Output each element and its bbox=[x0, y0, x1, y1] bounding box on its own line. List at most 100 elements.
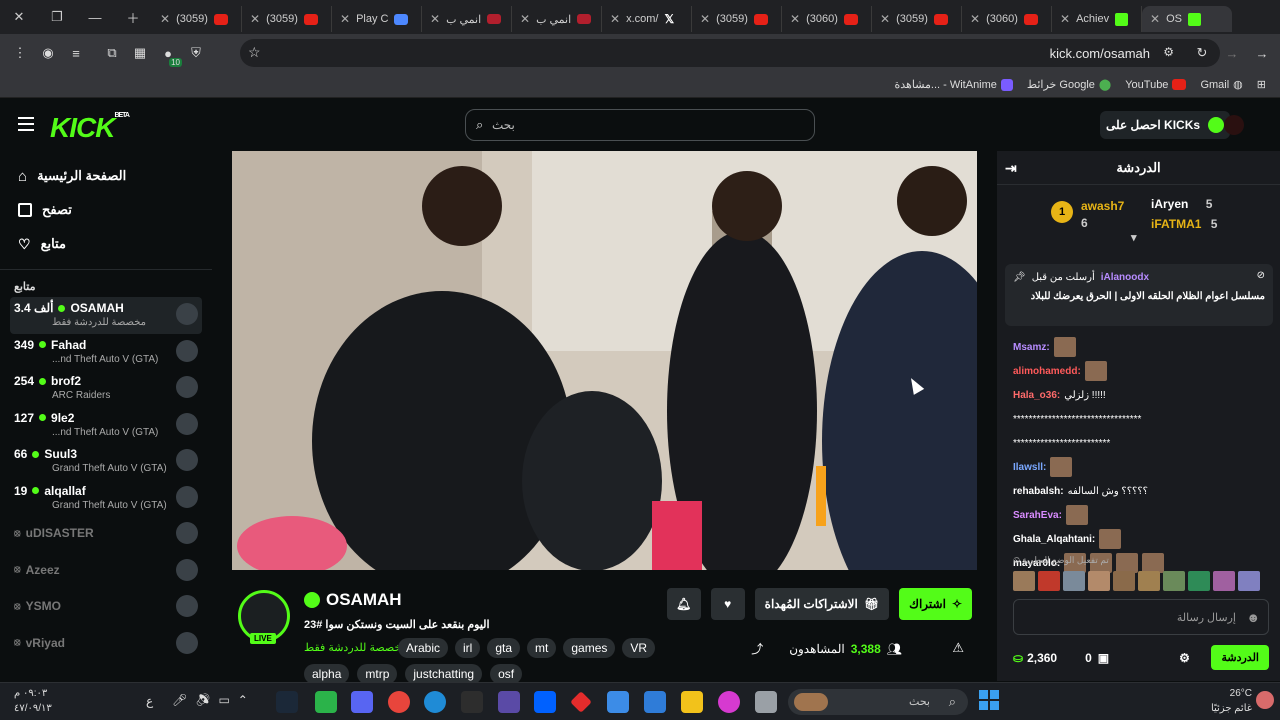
browser-tab[interactable]: ✕ (3060) bbox=[782, 6, 872, 32]
extension-icon[interactable]: ◉ bbox=[34, 39, 62, 67]
leader-name[interactable]: iFATMA1 bbox=[1151, 217, 1201, 231]
sidebar-channel[interactable]: ⦻ uDISASTER bbox=[10, 516, 202, 553]
pinned-user[interactable]: iAlanoodx bbox=[1101, 272, 1149, 283]
browser-tab-active[interactable]: ✕ OS bbox=[1142, 6, 1232, 32]
follow-heart-button[interactable]: ♥ bbox=[710, 588, 745, 620]
chat-username[interactable]: SarahEva: bbox=[1013, 510, 1062, 521]
bookmark-witanime[interactable]: مشاهدة... - WitAnime bbox=[895, 78, 1013, 91]
emote-icon[interactable] bbox=[1113, 571, 1135, 591]
sidebar-channel[interactable]: 127 9le2 ...nd Theft Auto V (GTA) bbox=[10, 407, 202, 444]
chat-username[interactable]: alimohamedd: bbox=[1013, 366, 1081, 377]
restore-window-icon[interactable]: ❐ bbox=[38, 0, 76, 34]
warning-icon[interactable]: ⚠ bbox=[952, 640, 964, 656]
close-tab-icon[interactable]: ✕ bbox=[1060, 12, 1070, 26]
browser-tab[interactable]: ✕ Play C bbox=[332, 6, 422, 32]
minimize-window-icon[interactable]: — bbox=[76, 0, 114, 34]
chat-input[interactable]: إرسال رسالة ☻ bbox=[1013, 599, 1269, 635]
close-tab-icon[interactable]: ✕ bbox=[250, 12, 260, 26]
close-tab-icon[interactable]: ✕ bbox=[790, 12, 800, 26]
reload-icon[interactable]: ↻ bbox=[1188, 39, 1216, 67]
browser-tab[interactable]: ✕ (3059) bbox=[692, 6, 782, 32]
chrome-icon[interactable] bbox=[388, 691, 410, 713]
sidebar-channel[interactable]: 254 brof2 ARC Raiders bbox=[10, 370, 202, 407]
emoji-icon[interactable]: ☻ bbox=[1246, 610, 1260, 625]
app-icon[interactable] bbox=[570, 691, 592, 713]
nav-home[interactable]: ⌂ الصفحة الرئيسية bbox=[0, 159, 212, 193]
streamer-name[interactable]: OSAMAH bbox=[326, 590, 402, 610]
stream-tag[interactable]: osf bbox=[490, 664, 523, 684]
bookmark-gmail[interactable]: Gmail ◍ bbox=[1200, 78, 1242, 92]
notify-bell-button[interactable]: 🔔︎ bbox=[666, 588, 701, 620]
visual-studio-icon[interactable] bbox=[498, 691, 520, 713]
chat-username[interactable]: Msamz: bbox=[1013, 342, 1050, 353]
app-icon[interactable] bbox=[315, 691, 337, 713]
app-icon[interactable] bbox=[755, 691, 777, 713]
edge-icon[interactable] bbox=[424, 691, 446, 713]
kick-logo[interactable]: KICKBETA bbox=[50, 112, 130, 144]
stream-tag[interactable]: VR bbox=[622, 638, 656, 658]
store-icon[interactable]: ▣ bbox=[1098, 651, 1109, 665]
sidebar-channel[interactable]: 3.4 ألف OSAMAH مخصصة للدردشة فقط bbox=[10, 297, 202, 334]
stream-tag[interactable]: gta bbox=[487, 638, 521, 658]
stream-category[interactable]: مخصصة للدردشة فقط bbox=[304, 641, 407, 654]
chat-username[interactable]: rehabalsh: bbox=[1013, 486, 1064, 497]
browser-tab[interactable]: ✕ Achiev bbox=[1052, 6, 1142, 32]
close-tab-icon[interactable]: ✕ bbox=[160, 12, 170, 26]
copilot-icon[interactable] bbox=[718, 691, 740, 713]
share-icon[interactable]: ⤴ bbox=[751, 640, 763, 657]
stream-tag[interactable]: irl bbox=[455, 638, 481, 658]
discord-icon[interactable] bbox=[351, 691, 373, 713]
emote-icon[interactable] bbox=[1138, 571, 1160, 591]
browser-tab[interactable]: ✕ انمي ب bbox=[422, 6, 512, 32]
sidebar-channel[interactable]: 66 Suul3 Grand Theft Auto V (GTA) bbox=[10, 443, 202, 480]
close-tab-icon[interactable]: ✕ bbox=[1150, 12, 1160, 26]
nav-browse[interactable]: تصفح bbox=[0, 193, 212, 227]
close-tab-icon[interactable]: ✕ bbox=[700, 12, 710, 26]
language-indicator[interactable]: ع bbox=[146, 694, 153, 708]
chat-username[interactable]: Ghala_Alqahtani: bbox=[1013, 534, 1095, 545]
puzzle-icon[interactable]: ⧉ bbox=[98, 39, 126, 67]
search-input[interactable]: ⌕ بحث bbox=[465, 109, 815, 141]
leader-name[interactable]: awash7 bbox=[1081, 199, 1124, 213]
omnibox[interactable]: ☆ kick.com/osamah ⚙ bbox=[240, 39, 1220, 67]
extension-icon[interactable]: ▦ bbox=[126, 39, 154, 67]
close-tab-icon[interactable]: ✕ bbox=[430, 12, 440, 26]
stream-tag[interactable]: justchatting bbox=[405, 664, 483, 684]
chat-username[interactable]: Hala_o36: bbox=[1013, 390, 1060, 401]
forward-icon[interactable]: → bbox=[1218, 39, 1246, 67]
emote-icon[interactable] bbox=[1088, 571, 1110, 591]
browser-tab[interactable]: ✕ (3059) bbox=[152, 6, 242, 32]
close-tab-icon[interactable]: ✕ bbox=[880, 12, 890, 26]
get-kicks-button[interactable]: احصل على KICKs bbox=[1100, 111, 1231, 139]
nav-following[interactable]: ♡ متابع bbox=[0, 227, 212, 261]
taskbar-search[interactable]: بحث ⌕ bbox=[788, 689, 968, 715]
browser-tab[interactable]: ✕ انمي ب bbox=[512, 6, 602, 32]
stream-tag[interactable]: alpha bbox=[304, 664, 350, 684]
bookmark-maps[interactable]: خرائط Google ⬤ bbox=[1027, 78, 1111, 91]
avatar[interactable] bbox=[1224, 115, 1244, 135]
extension-icon[interactable]: ● 10 bbox=[154, 39, 182, 67]
steam-icon[interactable] bbox=[276, 691, 298, 713]
sidebar-channel[interactable]: ⦻ YSMO bbox=[10, 589, 202, 626]
chat-username[interactable]: Ilawsll: bbox=[1013, 462, 1046, 473]
store-icon[interactable] bbox=[644, 691, 666, 713]
browser-tab[interactable]: ✕ (3060) bbox=[962, 6, 1052, 32]
browser-tab[interactable]: ✕ x.com/𝕏 bbox=[602, 6, 692, 32]
browser-tab[interactable]: ✕ (3059) bbox=[242, 6, 332, 32]
subscribe-button[interactable]: اشتراك ✧ bbox=[899, 588, 972, 620]
close-window-icon[interactable]: ✕ bbox=[0, 0, 38, 34]
sidebar-channel[interactable]: ⦻ Azeez bbox=[10, 553, 202, 590]
menu-dots-icon[interactable]: ⋮ bbox=[6, 39, 34, 67]
emote-icon[interactable] bbox=[1163, 571, 1185, 591]
stream-tag[interactable]: mtrp bbox=[357, 664, 398, 684]
tray-icons[interactable]: 🎤︎🔊︎▭⌃ bbox=[172, 693, 256, 707]
apps-grid-icon[interactable]: ⊞ bbox=[1257, 78, 1266, 91]
close-tab-icon[interactable]: ✕ bbox=[610, 12, 620, 26]
bookmark-youtube[interactable]: YouTube bbox=[1125, 79, 1187, 91]
emote-icon[interactable] bbox=[1038, 571, 1060, 591]
emote-icon[interactable] bbox=[1013, 571, 1035, 591]
weather-widget[interactable]: 26°C غائم جزئيًا bbox=[1211, 686, 1252, 716]
close-tab-icon[interactable]: ✕ bbox=[970, 12, 980, 26]
hide-icon[interactable]: ⊘ bbox=[1257, 270, 1265, 281]
settings-gear-icon[interactable]: ⚙ bbox=[1179, 651, 1190, 665]
